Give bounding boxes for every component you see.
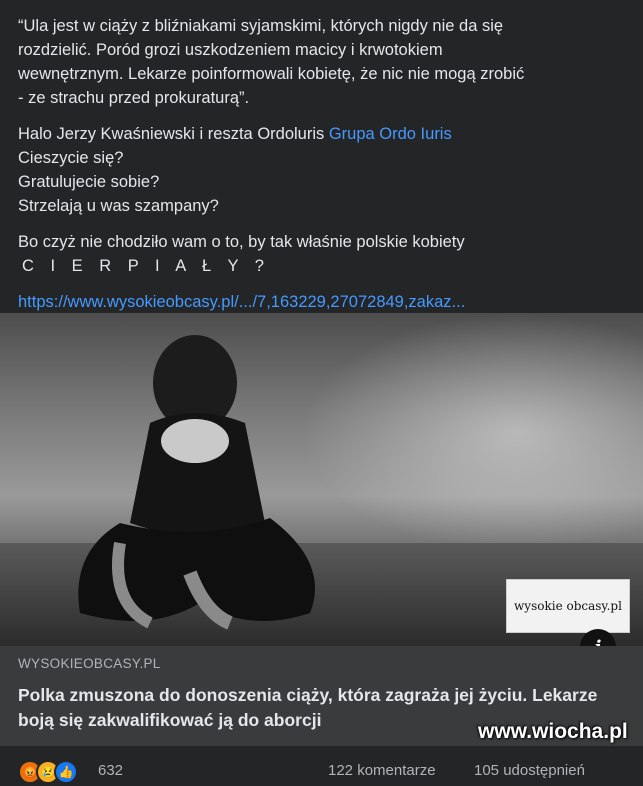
quote-line: - ze strachu przed prokuraturą”. bbox=[18, 89, 250, 107]
post-text: “Ula jest w ciąży z bliźniakami syjamski… bbox=[18, 14, 628, 314]
article-link[interactable]: https://www.wysokieobcasy.pl/.../7,16322… bbox=[18, 290, 628, 314]
post-questions: Halo Jerzy Kwaśniewski i reszta Ordoluri… bbox=[18, 122, 628, 218]
question-line: Cieszycie się? bbox=[18, 149, 124, 167]
mention-link[interactable]: Grupa Ordo Iuris bbox=[329, 125, 452, 143]
comments-count[interactable]: 122 komentarze bbox=[328, 762, 436, 779]
post-footer: 😡 😢 👍 632 122 komentarze 105 udostępnień bbox=[0, 746, 643, 786]
question-line: Strzelają u was szampany? bbox=[18, 197, 219, 215]
post-closing: Bo czyż nie chodziło wam o to, by tak wł… bbox=[18, 230, 628, 278]
article-photo[interactable]: wysokie obcasy.pl bbox=[0, 313, 643, 646]
photo-watermark: wysokie obcasy.pl bbox=[506, 579, 630, 633]
site-watermark: www.wiocha.pl bbox=[478, 720, 628, 743]
halo-line: Halo Jerzy Kwaśniewski i reszta Ordoluri… bbox=[18, 122, 628, 146]
quote-line: “Ula jest w ciąży z bliźniakami syjamski… bbox=[18, 17, 504, 35]
card-domain: WYSOKIEOBCASY.PL bbox=[18, 656, 161, 671]
post-quote: “Ula jest w ciąży z bliźniakami syjamski… bbox=[18, 14, 628, 110]
closing-line: Bo czyż nie chodziło wam o to, by tak wł… bbox=[18, 233, 465, 251]
quote-line: rozdzielić. Poród grozi uszkodzeniem mac… bbox=[18, 41, 443, 59]
quote-line: wewnętrznym. Lekarze poinformowali kobie… bbox=[18, 65, 525, 83]
reaction-icons[interactable]: 😡 😢 👍 bbox=[18, 760, 78, 784]
shares-count[interactable]: 105 udostępnień bbox=[474, 762, 585, 779]
closing-spaced: C I E R P I A Ł Y ? bbox=[22, 257, 270, 275]
halo-text: Halo Jerzy Kwaśniewski i reszta Ordoluri… bbox=[18, 125, 329, 143]
question-line: Gratulujecie sobie? bbox=[18, 173, 160, 191]
like-icon: 👍 bbox=[54, 760, 78, 784]
reaction-count[interactable]: 632 bbox=[98, 762, 123, 779]
